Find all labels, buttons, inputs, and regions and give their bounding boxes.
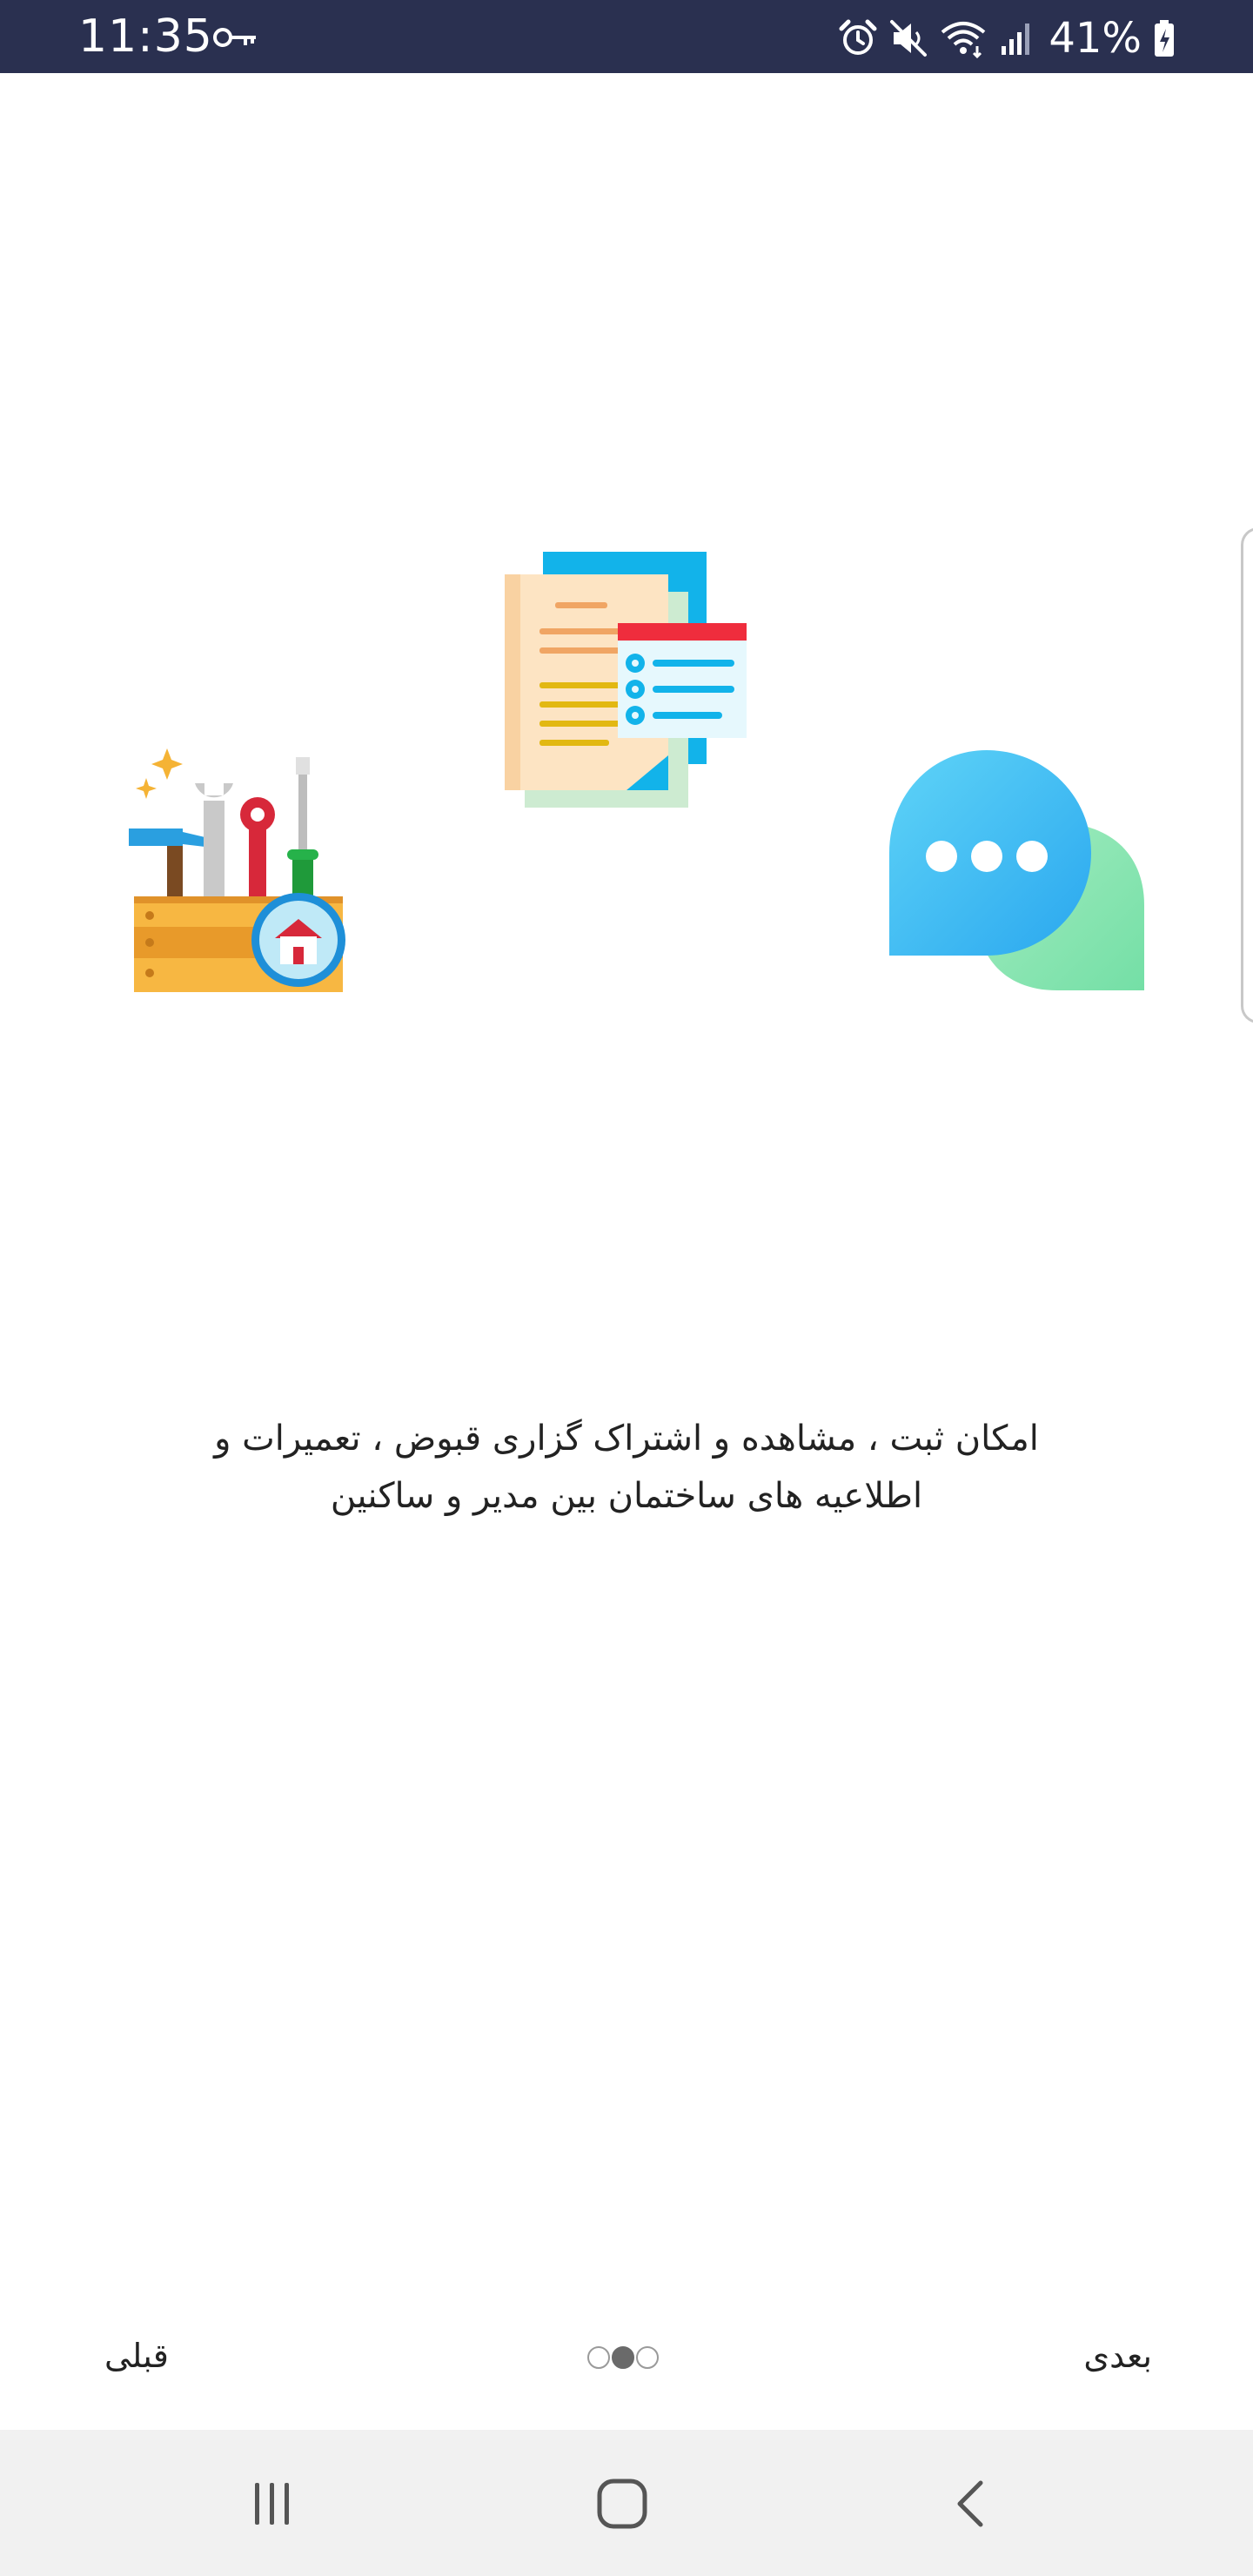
- recents-button[interactable]: [233, 2465, 312, 2543]
- home-button[interactable]: [583, 2465, 661, 2543]
- description-line-1: امکان ثبت ، مشاهده و اشتراک گزاری قبوض ،…: [214, 1419, 1039, 1459]
- description-line-2: اطلاعیه های ساختمان بین مدیر و ساکنین: [330, 1476, 923, 1516]
- status-time: 11:35: [78, 10, 213, 63]
- next-button[interactable]: بعدی: [1083, 2334, 1152, 2378]
- back-button[interactable]: [933, 2465, 1011, 2543]
- recents-icon: [255, 2483, 289, 2525]
- page-dot-3: [636, 2346, 659, 2369]
- back-icon: [957, 2480, 983, 2527]
- signal-icon: [1002, 23, 1030, 55]
- onboarding-description: امکان ثبت ، مشاهده و اشتراک گزاری قبوض ،…: [157, 1410, 1096, 1525]
- previous-button[interactable]: قبلی: [104, 2334, 169, 2378]
- edge-panel-handle[interactable]: [1241, 527, 1253, 1023]
- key-icon: [213, 28, 256, 47]
- page-indicator: [586, 2345, 660, 2371]
- page-dot-1: [587, 2346, 610, 2369]
- system-navigation-bar: [0, 2430, 1253, 2576]
- documents-illustration: [505, 552, 747, 808]
- status-bar: 11:35 41%: [0, 0, 1253, 73]
- toolbox-illustration: [129, 748, 345, 992]
- status-icons: 41%: [838, 12, 1176, 64]
- battery-charging-icon: [1155, 20, 1174, 57]
- wifi-icon: [941, 22, 986, 58]
- home-icon: [597, 2479, 647, 2529]
- mute-icon: [890, 20, 928, 57]
- page-dot-2-active: [612, 2346, 634, 2369]
- battery-percentage: 41%: [1049, 14, 1142, 63]
- chat-bubbles-illustration: [889, 750, 1144, 990]
- alarm-icon: [839, 19, 877, 55]
